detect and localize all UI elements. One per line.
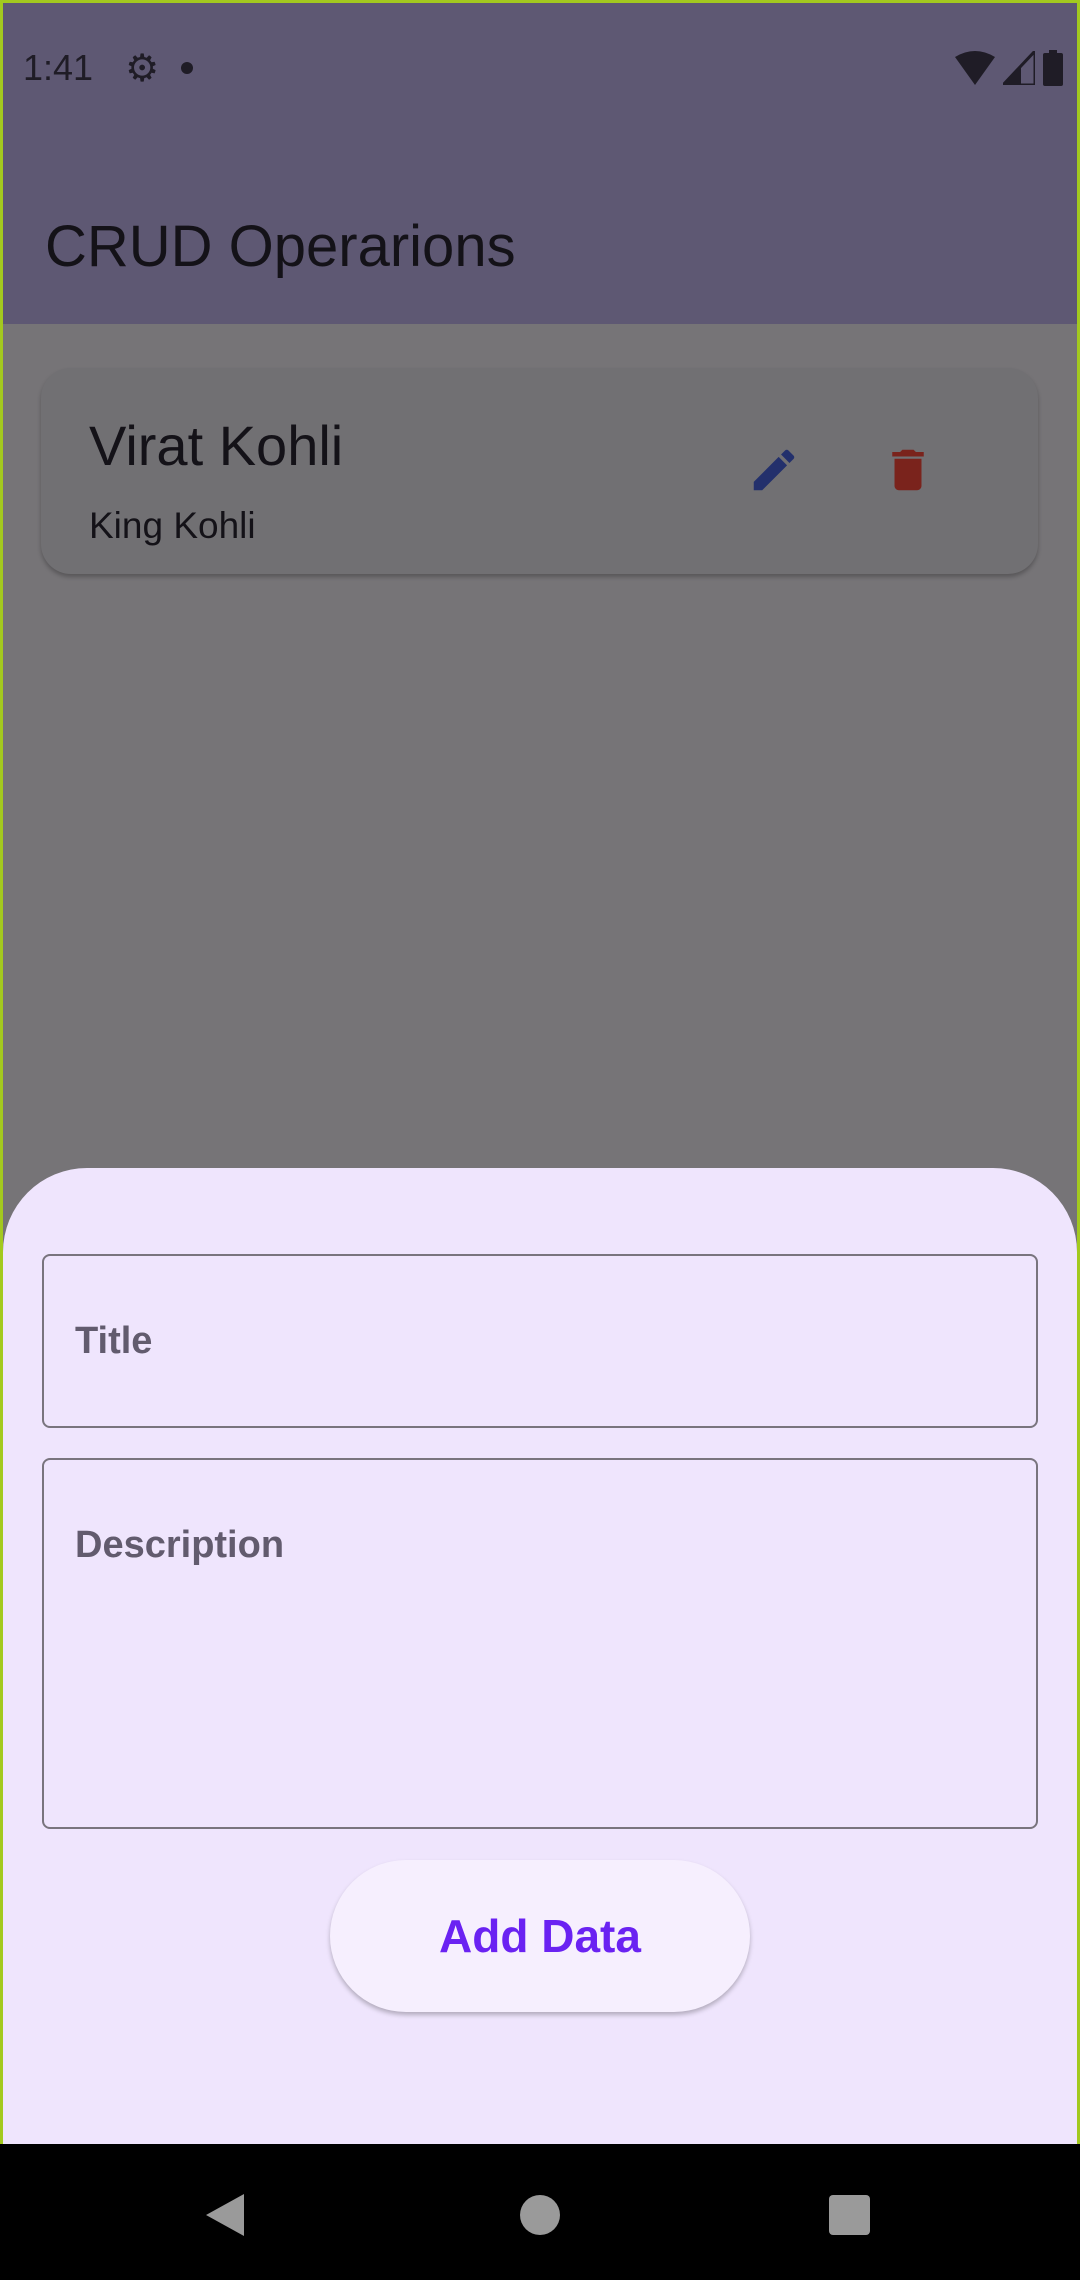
- wifi-icon: [955, 51, 995, 85]
- item-description: King Kohli: [89, 505, 256, 546]
- add-data-button[interactable]: Add Data: [330, 1860, 750, 2012]
- app-bar: 1:41 ⚙ CRUD Operarions: [3, 3, 1077, 324]
- title-input[interactable]: Title: [42, 1254, 1038, 1428]
- item-title: Virat Kohli: [89, 414, 344, 477]
- notification-dot-icon: [181, 62, 194, 74]
- status-time: 1:41: [23, 47, 94, 88]
- back-button[interactable]: [206, 2194, 246, 2241]
- navigation-bar: [0, 2144, 1080, 2280]
- title-placeholder: Title: [75, 1320, 153, 1362]
- pencil-icon: [753, 449, 795, 491]
- recents-button[interactable]: [829, 2195, 870, 2235]
- delete-button[interactable]: [868, 430, 948, 510]
- screen: 1:41 ⚙ CRUD Operarions Virat Kohli King …: [0, 0, 1080, 2144]
- page-title: CRUD Operarions: [45, 214, 516, 279]
- description-input[interactable]: Description: [42, 1458, 1038, 1829]
- battery-icon: [1043, 50, 1063, 86]
- back-icon: [206, 2194, 244, 2236]
- list-item[interactable]: Virat Kohli King Kohli: [41, 368, 1038, 574]
- description-placeholder: Description: [75, 1524, 285, 1566]
- trash-icon: [892, 449, 924, 491]
- settings-icon: ⚙: [125, 47, 160, 90]
- edit-button[interactable]: [734, 430, 814, 510]
- home-button[interactable]: [520, 2195, 560, 2235]
- signal-icon: [1003, 51, 1035, 85]
- bottom-sheet: Title Description Add Data: [3, 1168, 1077, 2144]
- status-bar: 1:41 ⚙: [23, 43, 1063, 93]
